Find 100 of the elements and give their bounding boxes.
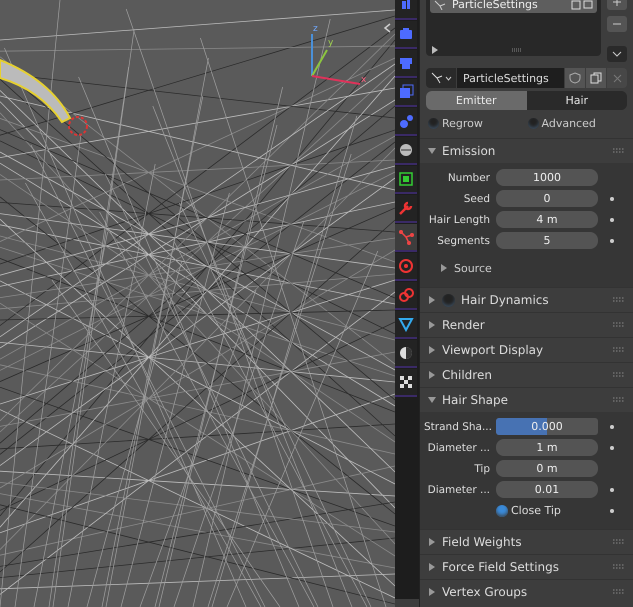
drag-handle-icon[interactable] [613,564,625,570]
axis-label: x [361,75,366,85]
remove-button[interactable] [607,16,627,32]
keyframe-dot[interactable] [610,238,614,242]
checkbox[interactable] [442,294,455,306]
panel-title: Viewport Display [442,343,544,357]
expand-arrow-icon[interactable] [432,46,438,54]
scene-tab-icon [397,112,415,130]
slider-field[interactable]: 0.000 [496,418,598,435]
axis-label: y [328,38,334,48]
drag-handle-icon[interactable] [613,347,625,353]
duplicate-button[interactable] [586,68,606,88]
checkbox[interactable] [528,118,538,128]
properties-tab[interactable] [395,340,417,368]
particles-tab-icon [397,228,415,246]
fake-user-button[interactable] [565,68,585,88]
checkbox-label: Advanced [542,116,596,130]
collapsed-arrow-icon [440,264,448,272]
render-toggle-icons[interactable] [571,0,593,10]
field-label: Number [446,172,491,184]
number-field[interactable]: 0.01 [496,481,598,498]
browse-button[interactable] [426,68,456,88]
field-label: Diameter ... [426,484,491,496]
checkbox-label: Close Tip [511,504,561,517]
field-label: Hair Length [428,214,491,226]
physics-tab-icon [397,257,415,275]
checkbox[interactable] [496,504,508,516]
properties-tab[interactable] [395,166,417,194]
axis-gizmo-icon [311,34,360,85]
texture-tab-icon [397,373,415,391]
particle-system-item[interactable]: ParticleSettings [430,0,597,13]
panel-title: Vertex Groups [442,585,528,599]
number-field[interactable]: 4 m [496,211,598,228]
collapsed-arrow-icon [428,563,436,571]
chevron-down-icon [612,51,622,57]
drag-handle-icon[interactable] [613,397,625,403]
drag-handle-icon[interactable] [613,589,625,595]
number-field[interactable]: 1 m [496,439,598,456]
subpanel-title: Source [454,262,492,274]
collapsed-arrow-icon [428,296,436,304]
panel-title: Hair Dynamics [461,293,550,307]
chevron-down-icon [444,76,452,80]
minus-icon [613,23,621,25]
collapsed-arrow-icon [428,538,436,546]
field-label: Tip [473,462,491,474]
panel-title: Force Field Settings [442,560,560,574]
panel-title: Field Weights [442,535,523,549]
close-icon [612,74,622,82]
field-label: Segments [436,234,491,246]
drag-handle-icon[interactable] [613,322,625,328]
properties-tab[interactable] [395,311,417,339]
collapsed-arrow-icon [428,371,436,379]
type-toggle-button[interactable]: Emitter [426,91,526,110]
particles-icon [434,0,446,10]
expanded-arrow-icon [428,147,436,155]
keyframe-dot[interactable] [610,446,614,450]
data-tab-icon [397,315,415,333]
keyframe-dot[interactable] [610,508,614,512]
drag-handle-icon[interactable] [613,372,625,378]
3d-cursor-icon [68,116,88,136]
collapsed-arrow-icon [428,588,436,596]
keyframe-dot[interactable] [610,488,614,492]
constraints-tab-icon [397,286,415,304]
keyframe-dot[interactable] [610,196,614,200]
drag-handle-icon[interactable] [613,297,625,303]
field-label: Strand Sha... [424,420,493,432]
copy-icon [590,72,602,84]
panel-title: Hair Shape [442,393,510,407]
menu-button[interactable] [607,46,627,62]
field-label: Diameter ... [426,442,491,454]
drag-handle-icon[interactable] [613,148,625,154]
number-field[interactable]: 0 [496,190,598,207]
keyframe-dot[interactable] [610,424,614,428]
number-field[interactable]: 5 [496,232,598,249]
checkbox[interactable] [428,118,439,128]
datablock-name-field[interactable]: ParticleSettings [457,68,564,88]
resize-grip-icon[interactable] [512,48,522,52]
axis-label: z [313,24,318,34]
collapsed-arrow-icon [428,321,436,329]
subpanel-header[interactable]: Source [420,251,633,279]
number-field[interactable]: 1000 [496,169,598,186]
expanded-arrow-icon [428,396,436,404]
panel-title: Emission [442,144,496,158]
shield-icon [569,72,581,84]
world-tab-icon [397,141,415,159]
keyframe-dot[interactable] [610,218,614,222]
field-label: Seed [462,192,491,204]
number-field[interactable]: 0 m [496,460,598,477]
collapsed-arrow-icon [428,346,436,354]
material-tab-icon [397,344,415,362]
panel-title: Render [442,318,486,332]
drag-handle-icon[interactable] [613,539,625,545]
panel-title: Children [442,368,493,382]
properties-tab[interactable] [395,137,417,165]
modifier-tab-icon [397,199,415,217]
object-tab-icon [397,170,415,188]
checkbox-label: Regrow [442,116,483,130]
view-layer-tab-icon [397,83,415,101]
properties-tab[interactable] [395,369,417,397]
particles-icon [430,72,442,84]
